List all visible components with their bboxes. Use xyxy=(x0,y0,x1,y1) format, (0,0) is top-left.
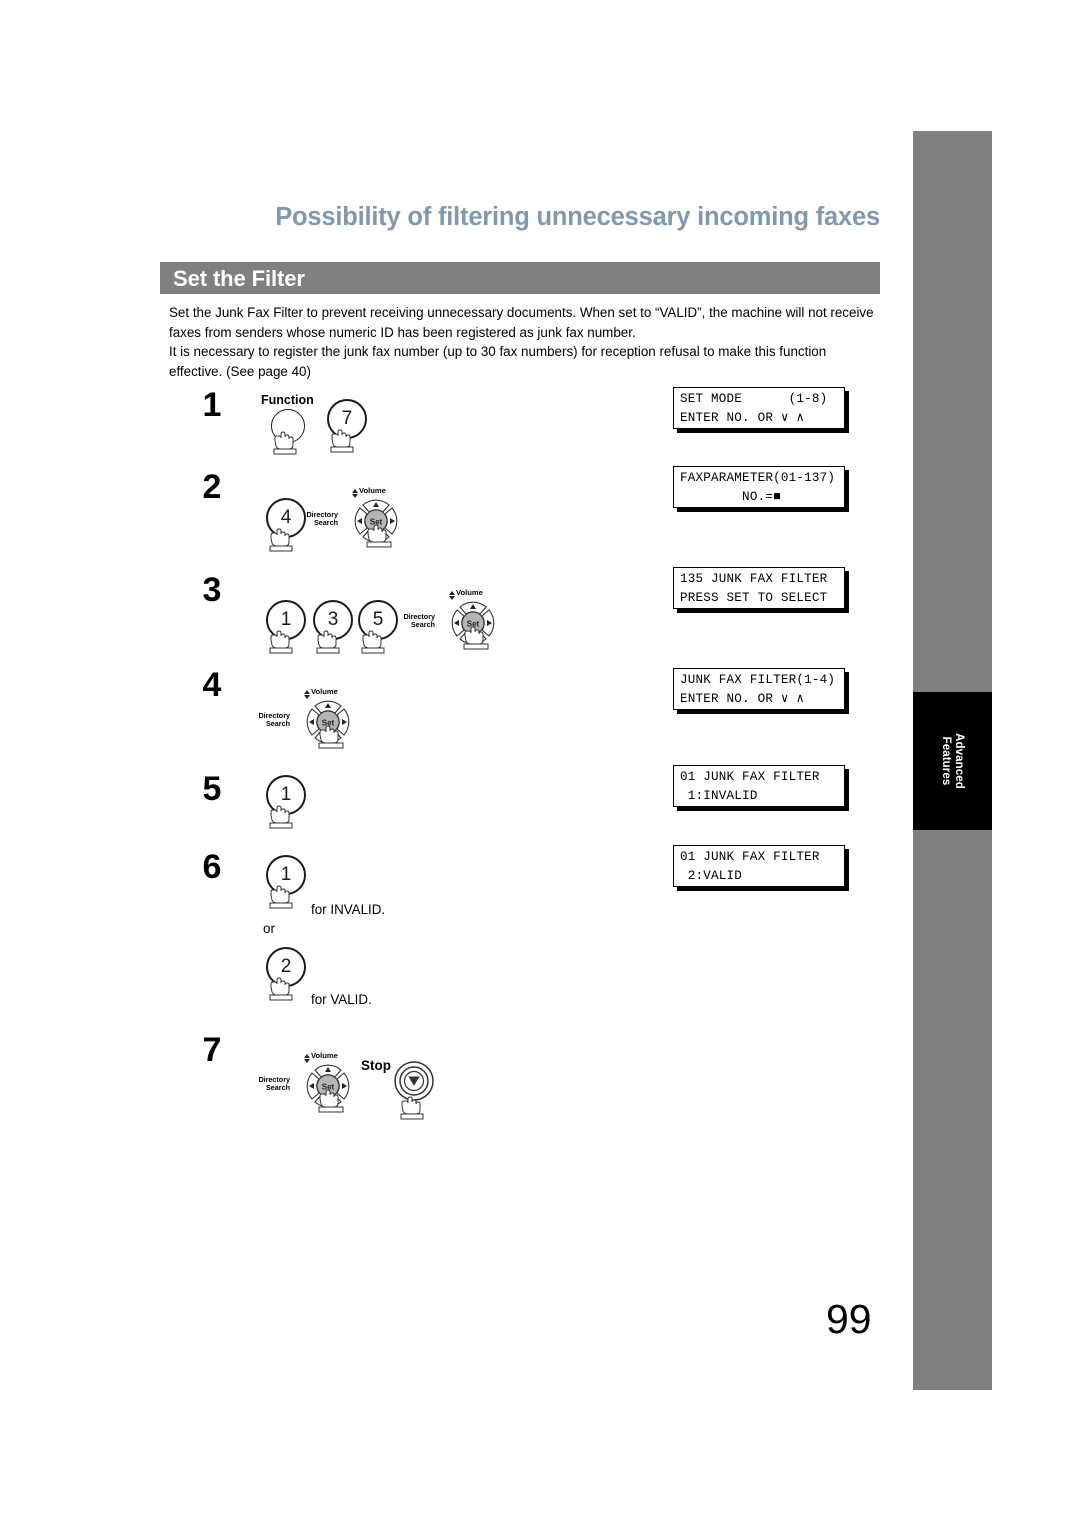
navigation-pad[interactable]: Volume Directory Search Set xyxy=(306,486,413,553)
lcd-display-2: FAXPARAMETER(01-137) NO.=■ xyxy=(673,466,845,508)
press-hand-icon xyxy=(269,885,293,909)
keypad-key-7-label: 7 xyxy=(341,408,353,429)
step-number-4: 4 xyxy=(202,666,222,704)
lcd-line-1: 01 JUNK FAX FILTER xyxy=(680,850,820,864)
lcd-line-1: 135 JUNK FAX FILTER xyxy=(680,572,828,586)
volume-label: Volume xyxy=(359,486,386,495)
step-number-5: 5 xyxy=(202,770,222,808)
keypad-key-1-label: 1 xyxy=(280,864,292,885)
press-hand-icon xyxy=(269,630,293,654)
stop-button-label: Stop xyxy=(361,1058,391,1073)
volume-label: Volume xyxy=(311,1051,338,1060)
press-hand-icon xyxy=(269,977,293,1001)
press-hand-icon xyxy=(361,630,385,654)
keypad-key-1-label: 1 xyxy=(280,609,292,630)
navigation-pad[interactable]: Volume Directory Search Set xyxy=(258,1051,365,1118)
press-hand-icon xyxy=(269,805,293,829)
press-hand-icon xyxy=(318,725,344,749)
lcd-display-5: 01 JUNK FAX FILTER 1:INVALID xyxy=(673,765,845,807)
lcd-line-1: 01 JUNK FAX FILTER xyxy=(680,770,820,784)
directory-search-label: Directory Search xyxy=(403,612,435,629)
directory-search-label: Directory Search xyxy=(306,510,338,527)
press-hand-icon xyxy=(316,630,340,654)
lcd-line-1: SET MODE (1-8) xyxy=(680,392,828,406)
volume-label: Volume xyxy=(456,588,483,597)
keypad-key-5-label: 5 xyxy=(372,609,384,630)
note-for-valid: for VALID. xyxy=(311,992,372,1007)
lcd-line-2: 1:INVALID xyxy=(680,789,758,803)
function-key-label: Function xyxy=(261,393,314,407)
lcd-line-1: JUNK FAX FILTER(1-4) xyxy=(680,673,836,687)
lcd-display-1: SET MODE (1-8) ENTER NO. OR ∨ ∧ xyxy=(673,387,845,429)
lcd-line-2: ENTER NO. OR ∨ ∧ xyxy=(680,692,805,706)
volume-label: Volume xyxy=(311,687,338,696)
navigation-pad[interactable]: Volume Directory Search Set xyxy=(403,588,510,655)
step-number-2: 2 xyxy=(202,468,222,506)
press-hand-icon xyxy=(273,431,297,455)
lcd-display-4: JUNK FAX FILTER(1-4) ENTER NO. OR ∨ ∧ xyxy=(673,668,845,710)
press-hand-icon xyxy=(400,1096,424,1120)
keypad-key-1-label: 1 xyxy=(280,784,292,805)
keypad-key-2-label: 2 xyxy=(280,956,292,977)
press-hand-icon xyxy=(269,528,293,552)
navigation-pad[interactable]: Volume Directory Search Set xyxy=(258,687,365,754)
note-for-invalid: for INVALID. xyxy=(311,902,386,917)
press-hand-icon xyxy=(318,1089,344,1113)
directory-search-label: Directory Search xyxy=(258,1075,290,1092)
procedure-steps: 1 Function 7 2 4 Volume DirectorySearch xyxy=(0,0,1080,1528)
lcd-line-2: ENTER NO. OR ∨ ∧ xyxy=(680,411,805,425)
press-hand-icon xyxy=(366,524,392,548)
lcd-line-2: NO.=■ xyxy=(680,490,781,504)
note-or: or xyxy=(263,921,275,936)
step-number-7: 7 xyxy=(202,1031,222,1069)
keypad-key-4-label: 4 xyxy=(280,507,292,528)
keypad-key-3-label: 3 xyxy=(327,609,339,630)
directory-search-label: Directory Search xyxy=(258,711,290,728)
lcd-display-3: 135 JUNK FAX FILTER PRESS SET TO SELECT xyxy=(673,567,845,609)
lcd-display-6: 01 JUNK FAX FILTER 2:VALID xyxy=(673,845,845,887)
lcd-line-1: FAXPARAMETER(01-137) xyxy=(680,471,836,485)
step-number-6: 6 xyxy=(202,848,222,886)
press-hand-icon xyxy=(463,626,489,650)
lcd-line-2: 2:VALID xyxy=(680,869,743,883)
step-number-3: 3 xyxy=(202,571,222,609)
step-number-1: 1 xyxy=(202,386,222,424)
lcd-line-2: PRESS SET TO SELECT xyxy=(680,591,828,605)
press-hand-icon xyxy=(330,429,354,453)
page-number: 99 xyxy=(826,1296,872,1342)
